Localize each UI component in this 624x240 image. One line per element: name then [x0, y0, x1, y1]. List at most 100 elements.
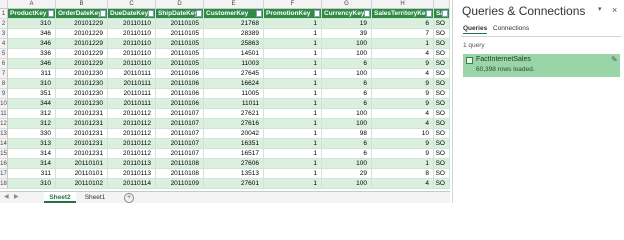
cell-currency-key[interactable]: 19 — [322, 19, 372, 29]
column-header-b[interactable]: B — [56, 0, 108, 8]
cell-sales-territory-key[interactable]: 1 — [372, 39, 434, 49]
scroll-right-icon[interactable]: ▶ — [14, 192, 19, 203]
query-item-factinternetsales[interactable]: FactInternetSales 60,398 rows loaded. ✎ — [463, 54, 620, 77]
tab-queries[interactable]: Queries — [463, 25, 488, 34]
cell-due-date-key[interactable]: 20110110 — [108, 29, 156, 39]
cell-sales-order[interactable]: SO — [434, 129, 450, 139]
cell-sales-territory-key[interactable]: 9 — [372, 59, 434, 69]
cell-product-key[interactable]: 336 — [8, 49, 56, 59]
cell-currency-key[interactable]: 6 — [322, 99, 372, 109]
cell-order-date-key[interactable]: 20101231 — [56, 129, 108, 139]
cell-customer-key[interactable]: 25863 — [204, 39, 264, 49]
cell-product-key[interactable]: 311 — [8, 69, 56, 79]
cell-product-key[interactable]: 346 — [8, 29, 56, 39]
cell-sales-order[interactable]: SO — [434, 19, 450, 29]
header-currency-key[interactable]: CurrencyKey — [322, 9, 372, 19]
cell-promotion-key[interactable]: 1 — [264, 19, 322, 29]
row-number[interactable]: 1 — [0, 9, 8, 19]
cell-product-key[interactable]: 344 — [8, 99, 56, 109]
chevron-down-icon[interactable]: ▾ — [598, 5, 602, 13]
column-header-e[interactable]: E — [204, 0, 264, 8]
cell-promotion-key[interactable]: 1 — [264, 109, 322, 119]
cell-currency-key[interactable]: 6 — [322, 89, 372, 99]
cell-customer-key[interactable]: 21768 — [204, 19, 264, 29]
cell-promotion-key[interactable]: 1 — [264, 49, 322, 59]
row-number[interactable]: 16 — [0, 159, 8, 169]
cell-currency-key[interactable]: 98 — [322, 129, 372, 139]
cell-sales-order[interactable]: SO — [434, 169, 450, 179]
cell-currency-key[interactable]: 6 — [322, 149, 372, 159]
cell-sales-order[interactable]: SO — [434, 29, 450, 39]
cell-order-date-key[interactable]: 20101230 — [56, 99, 108, 109]
cell-order-date-key[interactable]: 20101230 — [56, 89, 108, 99]
row-number[interactable]: 18 — [0, 179, 8, 189]
cell-due-date-key[interactable]: 20110112 — [108, 139, 156, 149]
cell-due-date-key[interactable]: 20110113 — [108, 169, 156, 179]
header-sales-territory-key[interactable]: SalesTerritoryKey — [372, 9, 434, 19]
cell-sales-territory-key[interactable]: 4 — [372, 69, 434, 79]
cell-promotion-key[interactable]: 1 — [264, 99, 322, 109]
cell-due-date-key[interactable]: 20110113 — [108, 159, 156, 169]
cell-sales-order[interactable]: SO — [434, 149, 450, 159]
cell-promotion-key[interactable]: 1 — [264, 129, 322, 139]
cell-order-date-key[interactable]: 20101230 — [56, 79, 108, 89]
cell-sales-order[interactable]: SO — [434, 89, 450, 99]
cell-sales-territory-key[interactable]: 7 — [372, 29, 434, 39]
scroll-left-icon[interactable]: ◀ — [4, 192, 9, 203]
cell-order-date-key[interactable]: 20110101 — [56, 169, 108, 179]
cell-currency-key[interactable]: 100 — [322, 109, 372, 119]
cell-sales-territory-key[interactable]: 9 — [372, 99, 434, 109]
cell-sales-order[interactable]: SO — [434, 99, 450, 109]
cell-currency-key[interactable]: 29 — [322, 169, 372, 179]
row-number[interactable]: 15 — [0, 149, 8, 159]
cell-order-date-key[interactable]: 20110102 — [56, 179, 108, 189]
cell-ship-date-key[interactable]: 20110107 — [156, 149, 204, 159]
cell-currency-key[interactable]: 6 — [322, 139, 372, 149]
cell-promotion-key[interactable]: 1 — [264, 149, 322, 159]
cell-customer-key[interactable]: 11011 — [204, 99, 264, 109]
row-number[interactable]: 17 — [0, 169, 8, 179]
cell-customer-key[interactable]: 28389 — [204, 29, 264, 39]
header-due-date-key[interactable]: DueDateKey — [108, 9, 156, 19]
cell-product-key[interactable]: 311 — [8, 169, 56, 179]
cell-customer-key[interactable]: 11003 — [204, 59, 264, 69]
row-number[interactable]: 6 — [0, 59, 8, 69]
cell-order-date-key[interactable]: 20101231 — [56, 119, 108, 129]
cell-product-key[interactable]: 330 — [8, 129, 56, 139]
row-number[interactable]: 13 — [0, 129, 8, 139]
cell-product-key[interactable]: 346 — [8, 59, 56, 69]
cell-ship-date-key[interactable]: 20110108 — [156, 169, 204, 179]
cell-ship-date-key[interactable]: 20110106 — [156, 69, 204, 79]
tab-connections[interactable]: Connections — [493, 25, 529, 32]
cell-ship-date-key[interactable]: 20110105 — [156, 39, 204, 49]
column-header-d[interactable]: D — [156, 0, 204, 8]
cell-sales-order[interactable]: SO — [434, 159, 450, 169]
header-product-key[interactable]: ProductKey — [8, 9, 56, 19]
cell-order-date-key[interactable]: 20101231 — [56, 109, 108, 119]
cell-sales-order[interactable]: SO — [434, 49, 450, 59]
cell-order-date-key[interactable]: 20101229 — [56, 49, 108, 59]
close-icon[interactable]: × — [612, 5, 617, 15]
cell-promotion-key[interactable]: 1 — [264, 139, 322, 149]
row-number[interactable]: 12 — [0, 119, 8, 129]
cell-order-date-key[interactable]: 20101229 — [56, 29, 108, 39]
cell-customer-key[interactable]: 16517 — [204, 149, 264, 159]
cell-currency-key[interactable]: 6 — [322, 79, 372, 89]
add-sheet-button[interactable]: + — [124, 193, 134, 203]
header-order-date-key[interactable]: OrderDateKey — [56, 9, 108, 19]
cell-sales-territory-key[interactable]: 10 — [372, 129, 434, 139]
cell-customer-key[interactable]: 13513 — [204, 169, 264, 179]
cell-product-key[interactable]: 310 — [8, 79, 56, 89]
cell-promotion-key[interactable]: 1 — [264, 29, 322, 39]
cell-due-date-key[interactable]: 20110110 — [108, 19, 156, 29]
cell-due-date-key[interactable]: 20110112 — [108, 129, 156, 139]
column-header-c[interactable]: C — [108, 0, 156, 8]
cell-sales-order[interactable]: SO — [434, 119, 450, 129]
row-number[interactable]: 11 — [0, 109, 8, 119]
cell-sales-order[interactable]: SO — [434, 109, 450, 119]
cell-due-date-key[interactable]: 20110111 — [108, 79, 156, 89]
cell-product-key[interactable]: 314 — [8, 159, 56, 169]
cell-sales-territory-key[interactable]: 1 — [372, 159, 434, 169]
cell-sales-territory-key[interactable]: 4 — [372, 49, 434, 59]
cell-sales-order[interactable]: SO — [434, 69, 450, 79]
